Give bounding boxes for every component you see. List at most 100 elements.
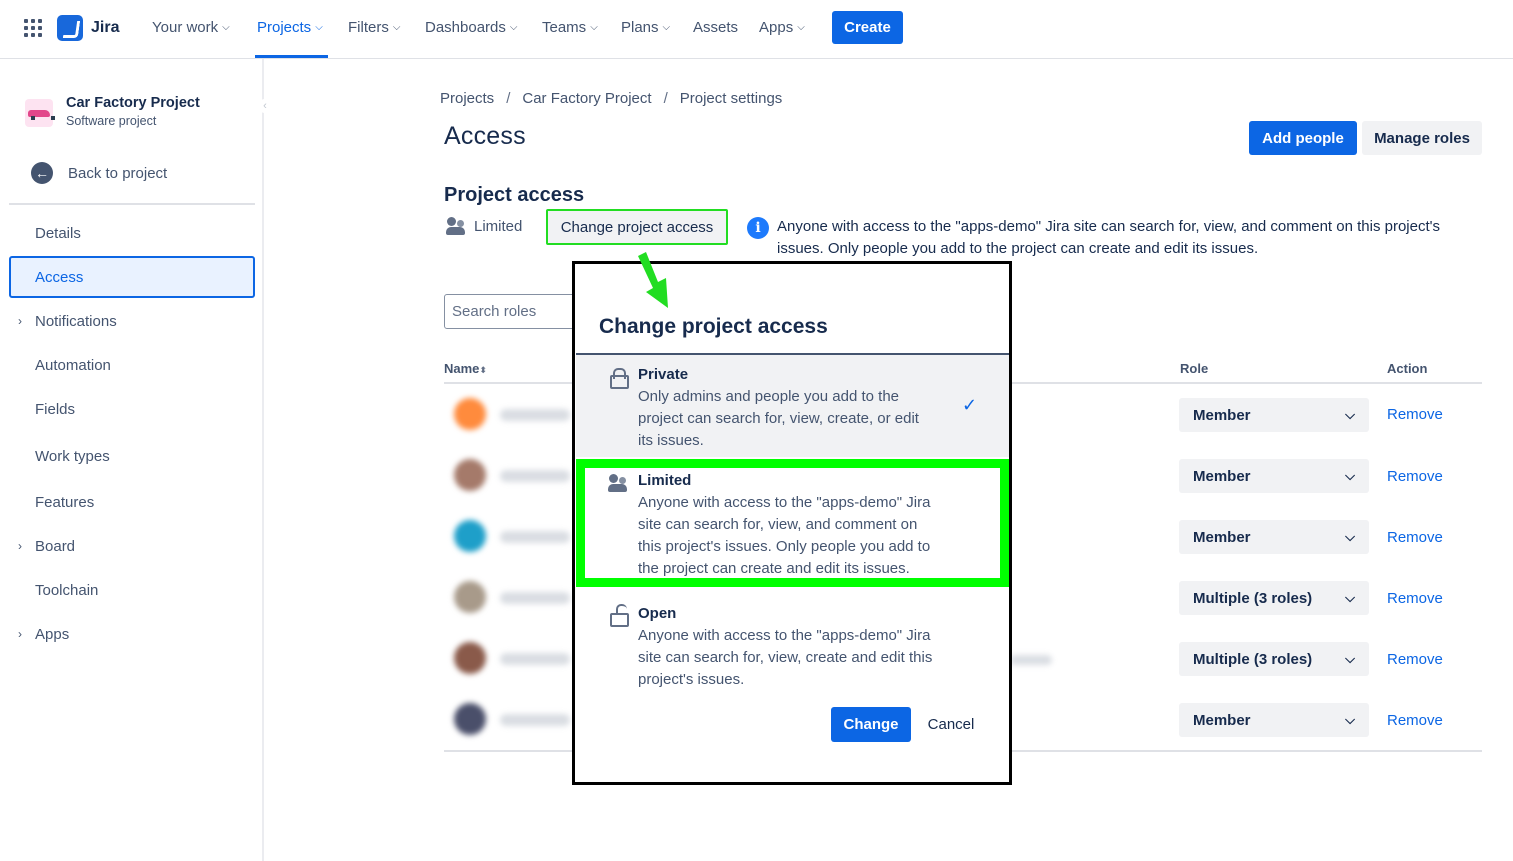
chevron-down-icon: ⌵ [662, 22, 671, 33]
sidebar-item-notifications[interactable]: › Notifications [9, 300, 255, 342]
member-name-redacted [500, 470, 570, 482]
change-button[interactable]: Change [831, 707, 911, 742]
back-to-project-link[interactable]: ← Back to project [31, 162, 167, 184]
chevron-down-icon: ⌵ [1345, 407, 1355, 422]
sidebar-item-work-types[interactable]: Work types [9, 435, 255, 477]
member-name-redacted [500, 531, 570, 543]
role-select[interactable]: Member ⌵ [1179, 520, 1369, 554]
option-description: Only admins and people you add to the pr… [638, 388, 919, 449]
search-roles-input[interactable] [444, 294, 584, 329]
chevron-down-icon: ⌵ [1345, 651, 1355, 666]
app-switcher-icon[interactable] [24, 19, 42, 37]
nav-plans[interactable]: Plans ⌵ [621, 19, 670, 36]
lock-icon [610, 368, 629, 389]
sidebar-item-details[interactable]: Details [9, 212, 255, 254]
create-button[interactable]: Create [832, 11, 903, 44]
column-header-action: Action [1387, 361, 1428, 376]
role-select[interactable]: Multiple (3 roles) ⌵ [1179, 581, 1369, 615]
sidebar-item-apps[interactable]: › Apps [9, 613, 255, 655]
breadcrumb-project-settings[interactable]: Project settings [680, 90, 783, 107]
member-email-redacted [1010, 655, 1052, 665]
nav-filters[interactable]: Filters ⌵ [348, 19, 400, 36]
project-avatar [25, 99, 55, 127]
collapse-sidebar-icon[interactable]: ‹ [258, 99, 272, 113]
breadcrumb-car-factory-project[interactable]: Car Factory Project [522, 90, 651, 107]
chevron-down-icon: ⌵ [315, 22, 323, 33]
column-header-name[interactable]: Name⬍ [444, 361, 487, 376]
chevron-down-icon: ⌵ [509, 22, 518, 33]
change-project-access-button[interactable]: Change project access [546, 209, 728, 245]
avatar [454, 581, 486, 613]
nav-dashboards[interactable]: Dashboards ⌵ [425, 19, 517, 36]
change-project-access-dialog: Change project access Private Only admin… [572, 261, 1012, 785]
sidebar-item-features[interactable]: Features [9, 481, 255, 523]
member-name-redacted [500, 653, 570, 665]
unlock-icon [610, 604, 629, 627]
nav-projects[interactable]: Projects ⌵ [257, 19, 323, 36]
arrow-left-icon: ← [31, 162, 53, 184]
nav-apps[interactable]: Apps ⌵ [759, 19, 805, 36]
chevron-down-icon: ⌵ [222, 22, 230, 33]
role-select[interactable]: Multiple (3 roles) ⌵ [1179, 642, 1369, 676]
avatar [454, 520, 486, 552]
role-select[interactable]: Member ⌵ [1179, 459, 1369, 493]
chevron-right-icon[interactable]: › [18, 627, 22, 641]
page-title: Access [444, 122, 526, 150]
nav-assets[interactable]: Assets [693, 19, 738, 36]
manage-roles-button[interactable]: Manage roles [1362, 121, 1482, 155]
chevron-down-icon: ⌵ [797, 22, 805, 33]
sidebar-item-board[interactable]: › Board [9, 525, 255, 567]
app-name: Jira [91, 19, 120, 36]
remove-link[interactable]: Remove [1387, 529, 1443, 546]
people-icon [608, 474, 628, 492]
project-type: Software project [66, 114, 157, 128]
breadcrumb: Projects / Car Factory Project / Project… [440, 90, 782, 107]
chevron-down-icon: ⌵ [1345, 590, 1355, 605]
remove-link[interactable]: Remove [1387, 651, 1443, 668]
column-header-role: Role [1180, 361, 1209, 376]
add-people-button[interactable]: Add people [1249, 121, 1357, 155]
chevron-down-icon: ⌵ [392, 22, 401, 33]
project-access-heading: Project access [444, 184, 585, 206]
chevron-right-icon[interactable]: › [18, 314, 22, 328]
access-option-limited[interactable]: Limited Anyone with access to the "apps-… [576, 458, 1009, 588]
people-icon [446, 217, 466, 235]
sidebar-item-toolchain[interactable]: Toolchain [9, 569, 255, 611]
remove-link[interactable]: Remove [1387, 590, 1443, 607]
checkmark-icon: ✓ [962, 395, 978, 415]
jira-logo-icon [57, 15, 83, 41]
top-navigation: Jira Your work ⌵ Projects ⌵ Filters ⌵ Dashb… [0, 0, 1513, 59]
sidebar-item-fields[interactable]: Fields [9, 388, 255, 430]
project-sidebar: Car Factory Project Software project ‹ ←… [0, 59, 272, 861]
option-description: Anyone with access to the "apps-demo" Ji… [638, 494, 931, 577]
avatar [454, 459, 486, 491]
remove-link[interactable]: Remove [1387, 406, 1443, 423]
breadcrumb-separator: / [506, 90, 511, 107]
access-option-open[interactable]: Open Anyone with access to the "apps-dem… [576, 595, 1009, 693]
cancel-button[interactable]: Cancel [919, 707, 983, 742]
sidebar-item-access[interactable]: Access [9, 256, 255, 298]
access-option-private[interactable]: Private Only admins and people you add t… [576, 353, 1009, 457]
remove-link[interactable]: Remove [1387, 712, 1443, 729]
option-title: Open [638, 605, 677, 622]
remove-link[interactable]: Remove [1387, 468, 1443, 485]
info-icon: i [747, 217, 769, 239]
option-title: Limited [638, 472, 692, 489]
jira-logo[interactable]: Jira [57, 15, 119, 41]
nav-your-work[interactable]: Your work ⌵ [152, 19, 230, 36]
breadcrumb-projects[interactable]: Projects [440, 90, 494, 107]
role-select[interactable]: Member ⌵ [1179, 398, 1369, 432]
chevron-down-icon: ⌵ [1345, 529, 1355, 544]
option-title: Private [638, 366, 689, 383]
breadcrumb-separator: / [663, 90, 668, 107]
role-select[interactable]: Member ⌵ [1179, 703, 1369, 737]
member-name-redacted [500, 714, 570, 726]
access-info-text: Anyone with access to the "apps-demo" Ji… [777, 218, 1441, 257]
annotation-arrow-icon [638, 252, 668, 308]
sidebar-item-automation[interactable]: Automation [9, 344, 255, 386]
nav-teams[interactable]: Teams ⌵ [542, 19, 598, 36]
dialog-title: Change project access [599, 315, 828, 338]
option-description: Anyone with access to the "apps-demo" Ji… [638, 627, 933, 688]
back-to-project-label: Back to project [68, 164, 168, 182]
chevron-right-icon[interactable]: › [18, 539, 22, 553]
